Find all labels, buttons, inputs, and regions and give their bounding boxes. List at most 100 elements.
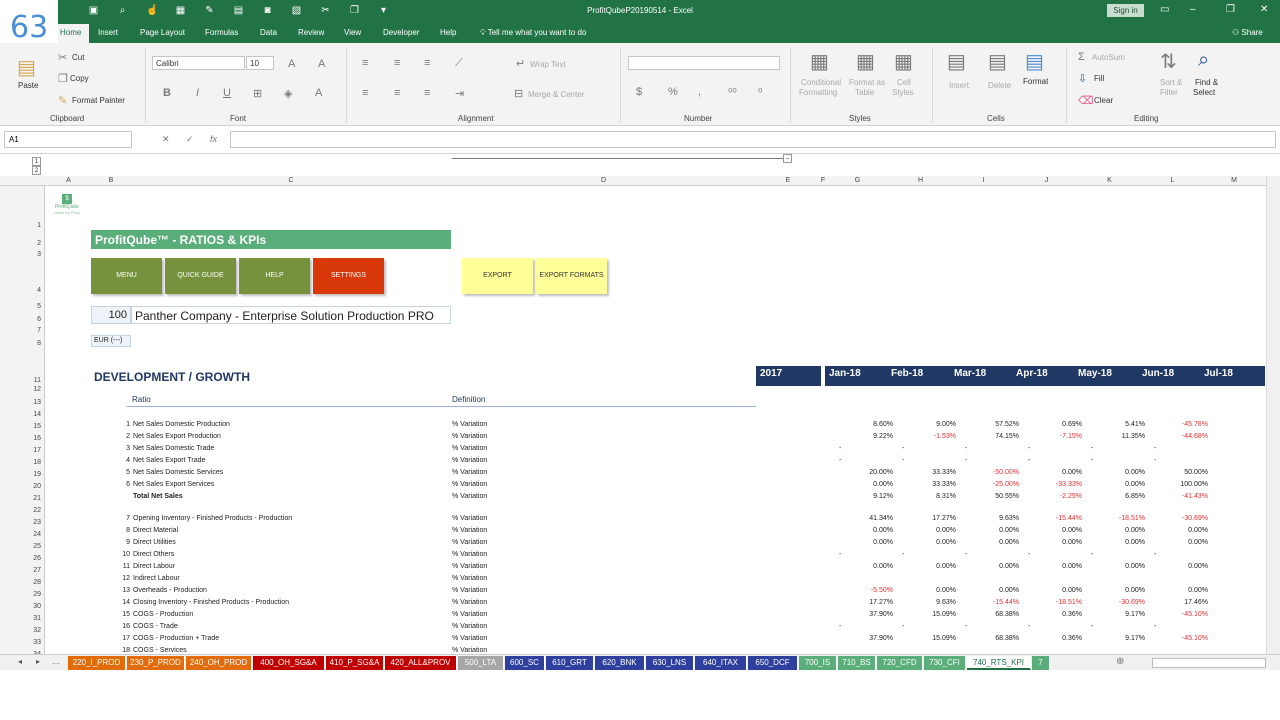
value-cell[interactable]: - — [902, 623, 956, 630]
value-cell[interactable]: -15.44% — [965, 599, 1019, 606]
value-cell[interactable]: 9.22% — [839, 433, 893, 440]
value-cell[interactable]: -41.43% — [1154, 493, 1208, 500]
new-sheet-icon[interactable]: ⊕ — [1116, 656, 1124, 667]
value-cell[interactable]: 20.00% — [839, 469, 893, 476]
wrap-text-icon[interactable]: ↵ — [516, 57, 525, 70]
value-cell[interactable]: - — [1028, 623, 1082, 630]
row-header[interactable]: 5 — [37, 303, 41, 310]
row-header[interactable]: 11 — [34, 377, 41, 384]
value-cell[interactable]: -45.76% — [1154, 421, 1208, 428]
value-cell[interactable]: 5.41% — [1091, 421, 1145, 428]
value-cell[interactable]: - — [1091, 445, 1145, 452]
font-color-icon[interactable]: A — [315, 87, 322, 99]
value-cell[interactable]: -18.51% — [1091, 515, 1145, 522]
row-level-2[interactable]: 2 — [32, 166, 41, 175]
row-header[interactable]: 4 — [37, 287, 41, 294]
row-header[interactable]: 19 — [33, 471, 41, 478]
format-as-table-button[interactable]: Format as — [849, 78, 885, 87]
insert-cells-button[interactable]: Insert — [949, 81, 969, 90]
row-header[interactable]: 24 — [33, 531, 41, 538]
sheet-tab[interactable]: 7 — [1032, 656, 1050, 670]
value-cell[interactable]: - — [965, 445, 1019, 452]
value-cell[interactable]: 15.09% — [902, 635, 956, 642]
sort-filter-icon[interactable]: ⇅ — [1160, 49, 1177, 74]
value-cell[interactable]: - — [839, 623, 893, 630]
merge-center-button[interactable]: Merge & Center — [528, 90, 584, 99]
settings-button[interactable]: SETTINGS — [313, 258, 384, 294]
row-header[interactable]: 2 — [37, 240, 41, 247]
value-cell[interactable]: 33.33% — [902, 469, 956, 476]
value-cell[interactable]: 0.00% — [1028, 563, 1082, 570]
value-cell[interactable]: 0.00% — [902, 587, 956, 594]
value-cell[interactable]: 0.36% — [1028, 635, 1082, 642]
tab-data[interactable]: Data — [260, 28, 277, 37]
col-header-m[interactable]: M — [1204, 177, 1264, 184]
value-cell[interactable]: 0.00% — [839, 563, 893, 570]
company-code[interactable]: 100 — [91, 306, 131, 324]
collapse-group-button[interactable]: – — [783, 154, 792, 163]
format-painter-button[interactable]: Format Painter — [72, 96, 125, 105]
decrease-decimal-icon[interactable]: ⁰ — [758, 86, 762, 99]
find-select-button[interactable]: Find & — [1195, 78, 1218, 87]
value-cell[interactable]: -45.10% — [1154, 611, 1208, 618]
formula-input[interactable] — [230, 131, 1276, 148]
value-cell[interactable]: 0.36% — [1028, 611, 1082, 618]
value-cell[interactable]: 0.00% — [1028, 587, 1082, 594]
underline-icon[interactable]: U — [223, 87, 231, 99]
sheet-tab[interactable]: 600_SC — [505, 656, 545, 670]
number-format-select[interactable] — [628, 56, 780, 70]
delete-cells-button[interactable]: Delete — [988, 81, 1011, 90]
value-cell[interactable]: -44.68% — [1154, 433, 1208, 440]
value-cell[interactable]: -30.69% — [1091, 599, 1145, 606]
bold-icon[interactable]: B — [163, 87, 171, 99]
value-cell[interactable]: -50.00% — [965, 469, 1019, 476]
paste-icon[interactable]: ▤ — [17, 55, 36, 80]
value-cell[interactable]: 17.27% — [902, 515, 956, 522]
autosum-button[interactable]: AutoSum — [1092, 53, 1125, 62]
autosum-icon[interactable]: Σ — [1078, 51, 1085, 63]
value-cell[interactable]: - — [1091, 457, 1145, 464]
row-header[interactable]: 29 — [33, 591, 41, 598]
value-cell[interactable]: -7.15% — [1028, 433, 1082, 440]
value-cell[interactable]: 41.34% — [839, 515, 893, 522]
row-header[interactable]: 26 — [33, 555, 41, 562]
row-header[interactable]: 32 — [33, 627, 41, 634]
copy-button[interactable]: Copy — [70, 74, 89, 83]
value-cell[interactable]: - — [1091, 551, 1145, 558]
decrease-font-icon[interactable]: A — [318, 58, 325, 70]
value-cell[interactable]: -25.00% — [965, 481, 1019, 488]
sheet-tab[interactable]: 650_DCF — [748, 656, 798, 670]
value-cell[interactable]: 9.17% — [1091, 611, 1145, 618]
value-cell[interactable]: 0.00% — [839, 481, 893, 488]
value-cell[interactable]: 57.52% — [965, 421, 1019, 428]
align-left-icon[interactable]: ≡ — [362, 87, 368, 99]
value-cell[interactable]: -18.51% — [1028, 599, 1082, 606]
value-cell[interactable]: - — [1154, 551, 1208, 558]
fill-button[interactable]: Fill — [1094, 74, 1104, 83]
menu-button[interactable]: MENU — [91, 258, 162, 294]
worksheet-grid[interactable]: $ ProfitQube Made by Phas ProfitQube™ - … — [46, 186, 1266, 654]
row-header[interactable]: 13 — [33, 399, 41, 406]
col-header-c[interactable]: C — [131, 177, 451, 184]
value-cell[interactable]: 0.00% — [1091, 527, 1145, 534]
value-cell[interactable]: -15.44% — [1028, 515, 1082, 522]
minimize-icon[interactable]: – — [1190, 4, 1196, 15]
close-icon[interactable]: ✕ — [1260, 4, 1268, 15]
value-cell[interactable]: - — [902, 457, 956, 464]
value-cell[interactable]: - — [1154, 445, 1208, 452]
merge-icon[interactable]: ⊟ — [514, 87, 523, 100]
value-cell[interactable]: 37.90% — [839, 611, 893, 618]
next-sheet-icon[interactable]: ▸ — [36, 657, 40, 666]
tell-me-search[interactable]: 💡︎ Tell me what you want to do — [480, 28, 586, 38]
currency-icon[interactable]: $ — [636, 86, 642, 98]
prev-sheet-icon[interactable]: ◂ — [18, 657, 22, 666]
increase-decimal-icon[interactable]: ⁰⁰ — [728, 86, 737, 99]
col-header-h[interactable]: H — [889, 177, 952, 184]
enter-icon[interactable]: ✓ — [186, 134, 194, 145]
sheet-tab[interactable]: 610_GRT — [546, 656, 594, 670]
format-cells-icon[interactable]: ▤ — [1025, 49, 1044, 74]
col-header-e[interactable]: E — [756, 177, 820, 184]
tab-review[interactable]: Review — [298, 28, 324, 37]
value-cell[interactable]: 6.85% — [1091, 493, 1145, 500]
value-cell[interactable]: 0.00% — [1091, 469, 1145, 476]
